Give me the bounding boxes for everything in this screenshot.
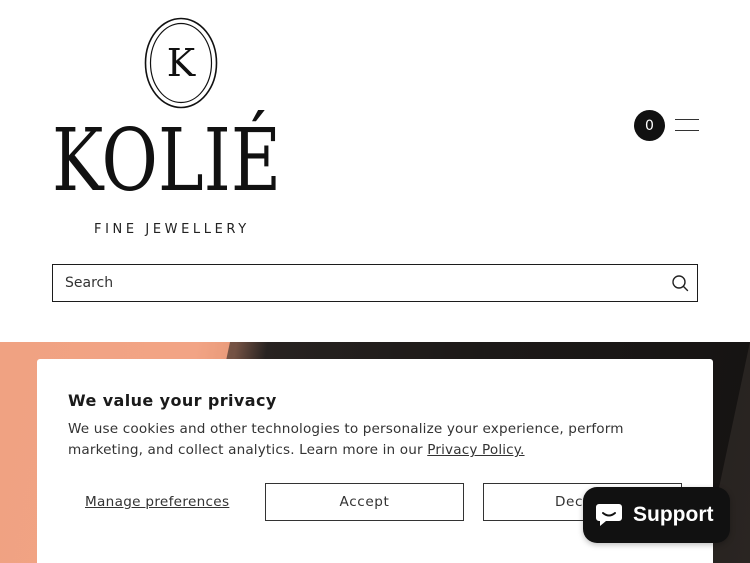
search-input[interactable] [53,265,653,301]
search-bar [52,264,698,302]
logo-monogram[interactable]: K [144,17,218,109]
logo-letter: K [167,41,196,85]
cookie-body-text: We use cookies and other technologies to… [68,421,624,458]
oval-monogram-icon: K [144,17,218,109]
menu-line [675,119,699,121]
search-icon[interactable] [671,274,689,292]
brand-name[interactable]: KOLIÉ [52,118,281,204]
site-header: K KOLIÉ FINE JEWELLERY 0 [0,0,750,342]
hamburger-menu-icon[interactable] [675,118,699,132]
menu-line [675,130,699,132]
support-label: Support [633,503,714,526]
privacy-policy-link[interactable]: Privacy Policy. [427,442,524,458]
support-chat-button[interactable]: Support [583,487,730,543]
accept-button[interactable]: Accept [265,483,464,521]
cart-count-badge[interactable]: 0 [634,110,665,141]
manage-preferences-button[interactable]: Manage preferences [85,492,229,512]
chat-bubble-icon [596,504,622,526]
cookie-title: We value your privacy [68,391,277,410]
cookie-description: We use cookies and other technologies to… [68,419,688,461]
brand-tagline: FINE JEWELLERY [94,222,250,237]
